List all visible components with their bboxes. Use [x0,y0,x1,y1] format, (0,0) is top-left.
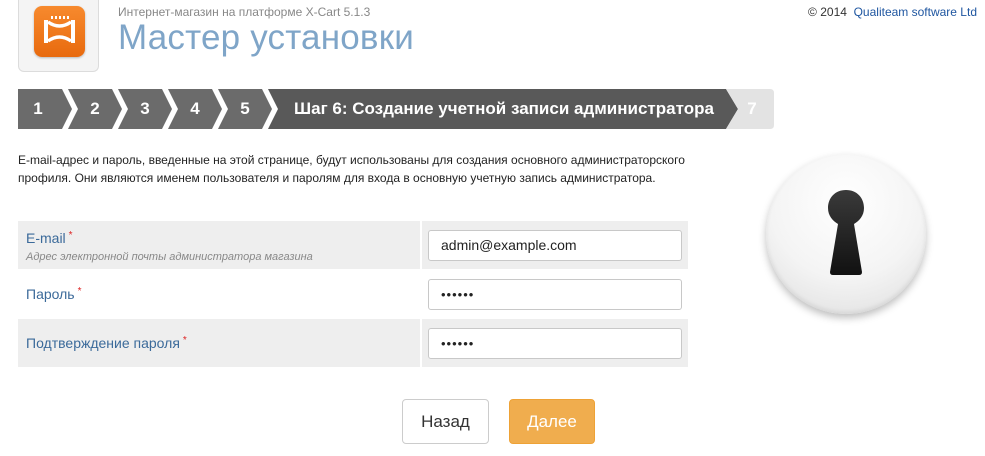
keyhole-lock-icon [766,154,926,314]
confirm-field-cell: •••••• [422,319,688,367]
next-button[interactable]: Далее [509,399,595,444]
step-4: 4 [168,89,222,129]
email-label: E-mail * [26,230,73,246]
step-7: 7 [726,89,774,129]
x-cart-logo-icon [34,6,85,57]
step-5: 5 [218,89,272,129]
password-field-cell: •••••• [422,270,688,318]
step-3: 3 [118,89,172,129]
password-label-cell: Пароль * [18,270,420,318]
required-mark: * [182,335,187,346]
confirm-password-label: Подтверждение пароля [26,335,180,351]
copyright: © 2014 Qualiteam software Ltd [808,5,977,19]
step-1: 1 [18,89,72,129]
wizard-steps: 1 2 3 4 5 Шаг 6: Создание учетной записи… [18,89,774,129]
platform-subtitle: Интернет-магазин на платформе X-Cart 5.1… [118,5,371,19]
email-field-cell: admin@example.com [422,221,688,269]
email-row: E-mail * Адрес электронной почты админист… [18,221,688,270]
step-2: 2 [68,89,122,129]
required-mark: * [68,230,73,241]
confirm-label-cell: Подтверждение пароля * [18,319,420,367]
email-hint: Адрес электронной почты администратора м… [26,251,313,263]
confirm-password-input[interactable]: •••••• [428,328,682,359]
logo-box [18,0,99,72]
required-mark: * [77,286,82,297]
step-6-current: Шаг 6: Создание учетной записи администр… [268,89,738,129]
confirm-password-row: Подтверждение пароля * •••••• [18,319,688,368]
qualiteam-link[interactable]: Qualiteam software Ltd [854,5,977,19]
password-row: Пароль * •••••• [18,270,688,319]
back-button[interactable]: Назад [402,399,489,444]
admin-form: E-mail * Адрес электронной почты админист… [18,221,688,368]
page-title: Мастер установки [118,18,414,57]
copyright-year: © 2014 [808,5,847,19]
email-input[interactable]: admin@example.com [428,230,682,261]
password-input[interactable]: •••••• [428,279,682,310]
intro-text: E-mail-адрес и пароль, введенные на этой… [18,153,685,185]
email-label-cell: E-mail * Адрес электронной почты админист… [18,221,420,269]
password-label: Пароль [26,286,75,302]
